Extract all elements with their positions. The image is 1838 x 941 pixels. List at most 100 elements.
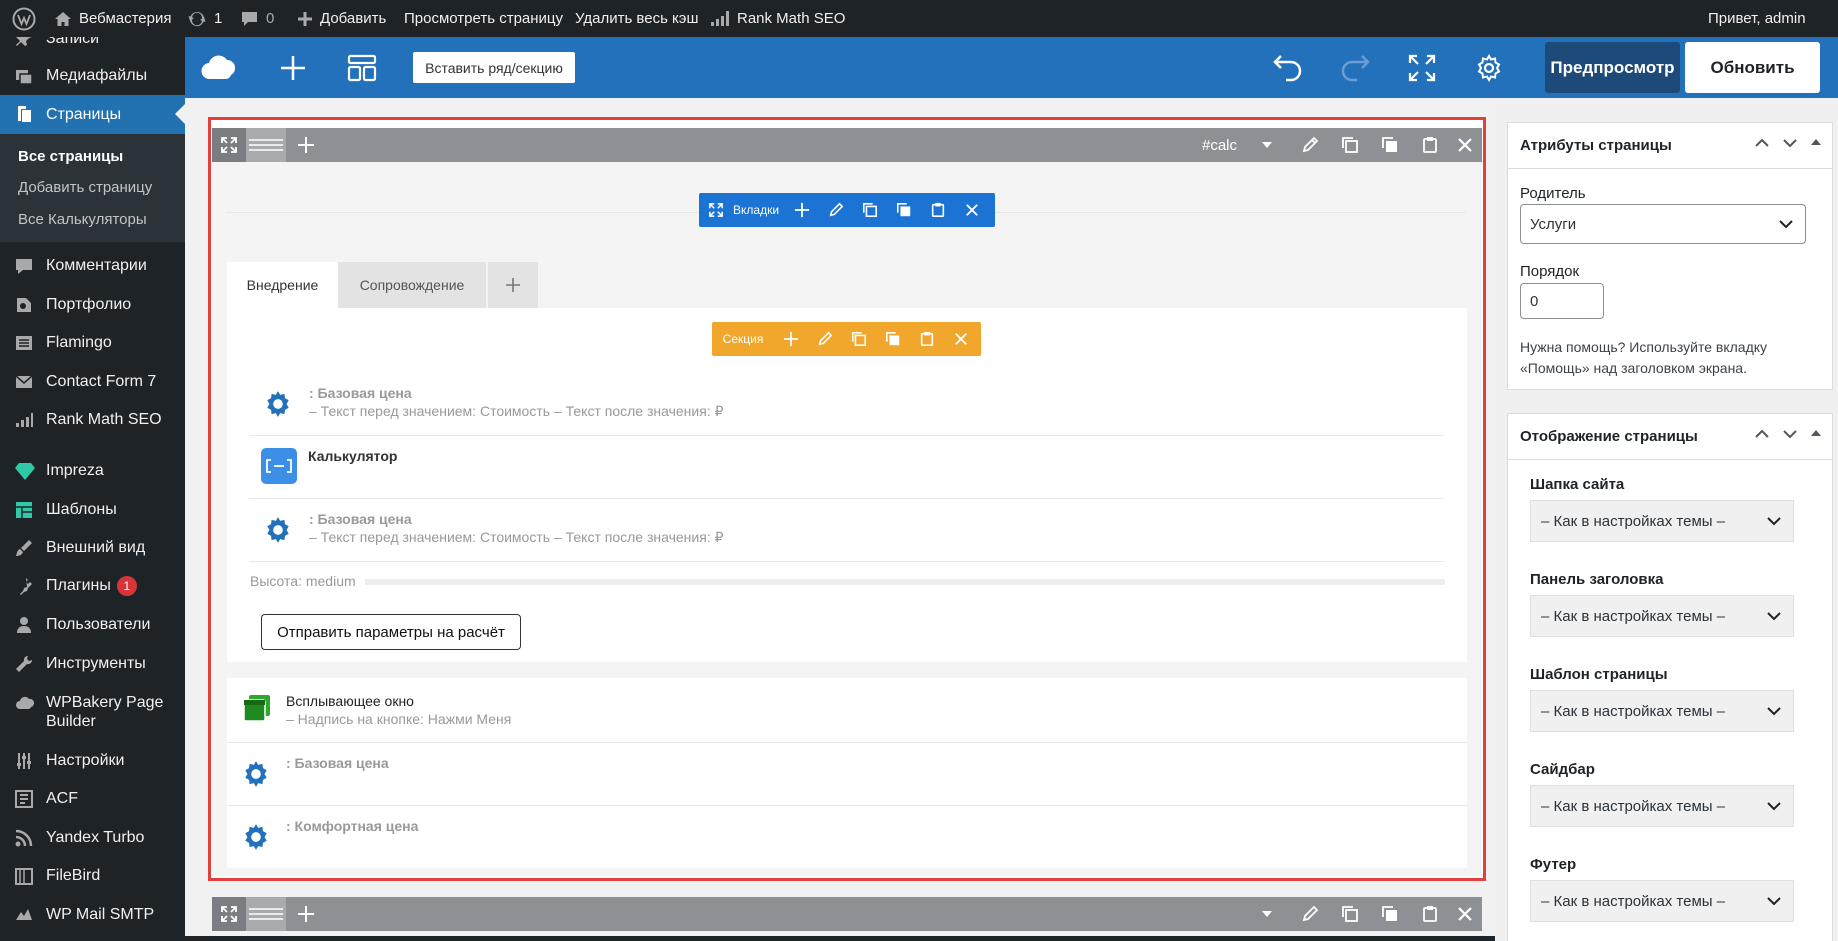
row-paste-icon[interactable]: [1413, 128, 1447, 162]
fullscreen-button[interactable]: [1402, 37, 1442, 98]
submit-calc-button[interactable]: Отправить параметры на расчёт: [261, 614, 521, 650]
sidebar-item-rank-math[interactable]: Rank Math SEO: [0, 410, 185, 429]
sidebar-item-media[interactable]: Медиафайлы: [0, 66, 185, 85]
user-greeting[interactable]: Привет, admin: [1708, 0, 1806, 37]
footer-select[interactable]: – Как в настройках темы –: [1530, 880, 1794, 922]
header-select[interactable]: – Как в настройках темы –: [1530, 500, 1794, 542]
settings-button[interactable]: [1469, 37, 1509, 98]
tabs-add-icon[interactable]: [785, 193, 819, 227]
chevron-down-icon[interactable]: [1782, 426, 1798, 442]
tabs-clone-icon[interactable]: [853, 193, 887, 227]
site-name-link[interactable]: Вебмастерия: [54, 0, 171, 37]
sidebar-item-plugins[interactable]: Плагины 1: [0, 576, 185, 596]
tabs-delete-icon[interactable]: [955, 193, 989, 227]
parent-select[interactable]: Услуги: [1520, 204, 1806, 244]
order-input[interactable]: 0: [1520, 283, 1604, 319]
page-display-title[interactable]: Отображение страницы: [1508, 414, 1832, 460]
sidebar-item-yandex-turbo[interactable]: Yandex Turbo: [0, 828, 185, 847]
chevron-up-icon[interactable]: [1754, 426, 1770, 442]
element-comfort-price[interactable]: : Комфортная цена: [241, 818, 418, 852]
redo-button[interactable]: [1335, 37, 1375, 98]
tab-soprovozhdenie[interactable]: Сопровождение: [338, 262, 486, 308]
sidebar-item-impreza[interactable]: Impreza: [0, 461, 185, 480]
row-add-icon[interactable]: [289, 128, 323, 162]
updates-link[interactable]: 1: [187, 0, 222, 37]
update-button[interactable]: Обновить: [1685, 42, 1820, 93]
sidebar-item-comments[interactable]: Комментарии: [0, 256, 185, 275]
sidebar-item-settings[interactable]: Настройки: [0, 751, 185, 770]
sidebar-item-flamingo[interactable]: Flamingo: [0, 333, 185, 352]
row-move-icon[interactable]: [212, 128, 246, 162]
submenu-all-calculators[interactable]: Все Калькуляторы: [18, 211, 147, 228]
spacer-element[interactable]: [365, 579, 1445, 585]
tab-vnedrenie[interactable]: Внедрение: [227, 262, 338, 308]
element-base-price-2[interactable]: : Базовая цена – Текст перед значением: …: [263, 511, 723, 546]
row-toggle-icon[interactable]: [1252, 128, 1282, 162]
add-new-link[interactable]: Добавить: [297, 0, 386, 37]
row-paste-icon[interactable]: [1413, 897, 1447, 931]
add-element-button[interactable]: [273, 37, 313, 98]
section-paste-icon[interactable]: [910, 322, 944, 356]
sidebar-item-users[interactable]: Пользователи: [0, 615, 185, 634]
section-edit-icon[interactable]: [808, 322, 842, 356]
row-layout-icon[interactable]: [246, 897, 286, 931]
rank-math-link[interactable]: Rank Math SEO: [710, 0, 845, 37]
row-clone-icon[interactable]: [1333, 897, 1367, 931]
sidebar-item-wp-mail-smtp[interactable]: WP Mail SMTP: [0, 905, 185, 924]
sidebar-item-tools[interactable]: Инструменты: [0, 654, 185, 673]
submenu-add-page[interactable]: Добавить страницу: [18, 179, 152, 196]
sidebar-item-acf[interactable]: ACF: [0, 789, 185, 808]
tabs-move-icon[interactable]: [699, 193, 733, 227]
sidebar-item-filebird[interactable]: FileBird: [0, 866, 185, 885]
tabs-edit-icon[interactable]: [819, 193, 853, 227]
sidebar-item-appearance[interactable]: Внешний вид: [0, 538, 185, 557]
insert-row-button[interactable]: Вставить ряд/секцию: [413, 52, 575, 83]
undo-button[interactable]: [1268, 37, 1308, 98]
row-delete-icon[interactable]: [1448, 897, 1482, 931]
submenu-all-pages[interactable]: Все страницы: [18, 148, 123, 165]
titlebar-select[interactable]: – Как в настройках темы –: [1530, 595, 1794, 637]
sidebar-item-portfolio[interactable]: Портфолио: [0, 295, 185, 314]
section-copy-icon[interactable]: [876, 322, 910, 356]
row-copy-icon[interactable]: [1373, 128, 1407, 162]
chevron-up-icon[interactable]: [1754, 135, 1770, 151]
view-page-link[interactable]: Просмотреть страницу: [404, 0, 563, 37]
section-delete-icon[interactable]: [944, 322, 978, 356]
add-tab-button[interactable]: [488, 262, 538, 308]
row-add-icon[interactable]: [289, 897, 323, 931]
row-edit-icon[interactable]: [1293, 897, 1327, 931]
section-add-icon[interactable]: [774, 322, 808, 356]
sidebar-item-wpbakery[interactable]: WPBakery Page Builder: [0, 693, 185, 731]
templates-button[interactable]: [342, 37, 382, 98]
template-select[interactable]: – Как в настройках темы –: [1530, 690, 1794, 732]
row-toggle-icon[interactable]: [1252, 897, 1282, 931]
tabs-paste-icon[interactable]: [921, 193, 955, 227]
sidebar-item-pages[interactable]: Страницы: [0, 95, 185, 134]
row-clone-icon[interactable]: [1333, 128, 1367, 162]
clear-cache-link[interactable]: Удалить весь кэш: [575, 0, 698, 37]
page-attributes-title[interactable]: Атрибуты страницы: [1508, 123, 1832, 169]
bottom-scrollbar[interactable]: [185, 936, 1495, 941]
wpbakery-logo-icon[interactable]: [199, 37, 241, 98]
section-clone-icon[interactable]: [842, 322, 876, 356]
element-base-price[interactable]: : Базовая цена – Текст перед значением: …: [263, 385, 723, 420]
row-move-icon[interactable]: [212, 897, 246, 931]
caret-up-icon[interactable]: [1810, 135, 1822, 151]
row-copy-icon[interactable]: [1373, 897, 1407, 931]
sidebar-select[interactable]: – Как в настройках темы –: [1530, 785, 1794, 827]
sidebar-item-posts[interactable]: Записи: [0, 37, 185, 48]
element-popup[interactable]: Всплывающее окно – Надпись на кнопке: На…: [242, 693, 511, 727]
row-delete-icon[interactable]: [1448, 128, 1482, 162]
sidebar-item-contact-form-7[interactable]: Contact Form 7: [0, 372, 185, 391]
sidebar-item-templates[interactable]: Шаблоны: [0, 500, 185, 519]
caret-up-icon[interactable]: [1810, 426, 1822, 442]
element-base-price-3[interactable]: : Базовая цена: [241, 755, 389, 789]
comments-link[interactable]: 0: [240, 0, 274, 37]
tabs-copy-icon[interactable]: [887, 193, 921, 227]
preview-button[interactable]: Предпросмотр: [1545, 42, 1680, 93]
row-layout-icon[interactable]: [246, 128, 286, 162]
element-calculator[interactable]: Калькулятор: [261, 448, 397, 484]
row-edit-icon[interactable]: [1293, 128, 1327, 162]
wordpress-logo-icon[interactable]: [12, 0, 36, 37]
chevron-down-icon[interactable]: [1782, 135, 1798, 151]
